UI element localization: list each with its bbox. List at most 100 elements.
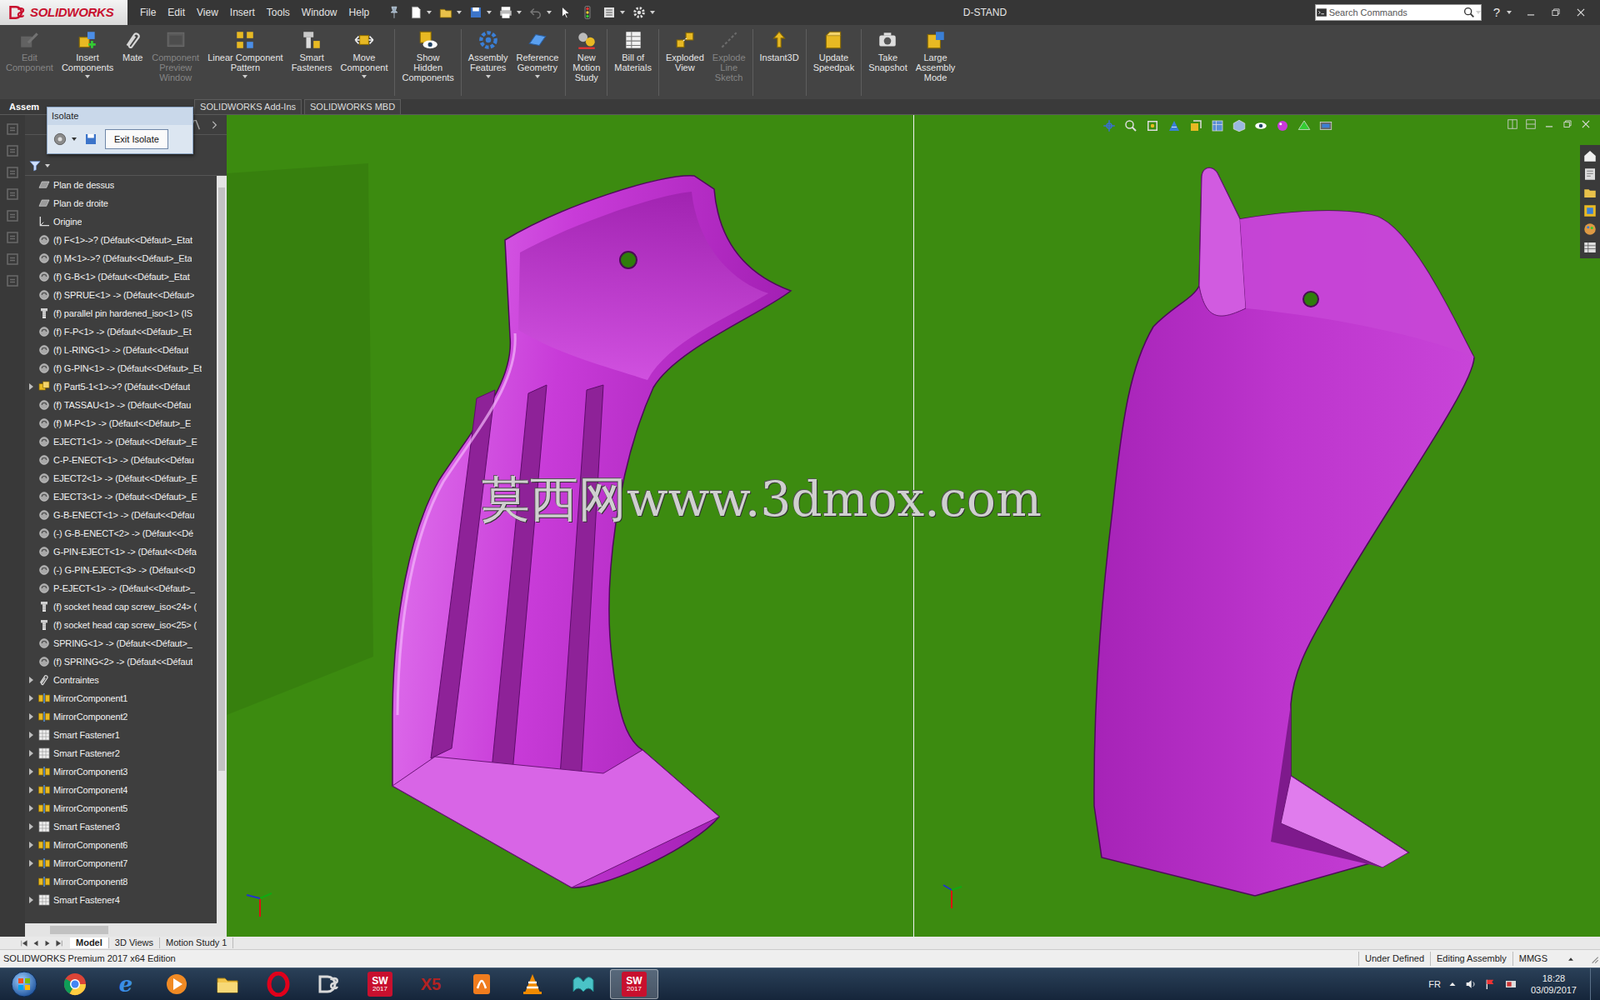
ribbon-label[interactable]: Study bbox=[575, 72, 599, 83]
quick-access-button[interactable] bbox=[631, 5, 655, 20]
tile-vertical-icon[interactable] bbox=[1506, 118, 1519, 130]
ribbon-label[interactable]: View bbox=[675, 62, 695, 73]
taskbar-button[interactable] bbox=[50, 969, 100, 1000]
menu-item[interactable]: Tools bbox=[260, 3, 296, 22]
quick-access-button[interactable] bbox=[438, 5, 462, 20]
ribbon-label[interactable]: Pattern bbox=[230, 62, 260, 73]
tree-label[interactable]: EJECT3<1> -> (Défaut<<Défaut>_E bbox=[53, 490, 198, 505]
move-component-icon[interactable] bbox=[353, 29, 375, 51]
view-palette-icon[interactable] bbox=[1582, 203, 1598, 219]
tree-item[interactable]: MirrorComponent2 bbox=[25, 707, 217, 726]
tree-item[interactable]: MirrorComponent5 bbox=[25, 799, 217, 818]
tree-item[interactable]: (f) F-P<1> -> (Défaut<<Défaut>_Et bbox=[25, 322, 217, 341]
tree-item[interactable]: (f) SPRING<2> -> (Défaut<<Défaut bbox=[25, 652, 217, 671]
hide-show-icon[interactable] bbox=[1253, 118, 1269, 134]
tree-label[interactable]: (f) M-P<1> -> (Défaut<<Défaut>_E bbox=[53, 416, 191, 431]
command-tab[interactable]: SOLIDWORKS Add-Ins bbox=[194, 99, 302, 115]
scroll-thumb[interactable] bbox=[218, 187, 225, 771]
tree-label[interactable]: EJECT2<1> -> (Défaut<<Défaut>_E bbox=[53, 471, 198, 486]
tree-label[interactable]: (f) TASSAU<1> -> (Défaut<<Défau bbox=[53, 398, 191, 413]
expand-toggle[interactable] bbox=[26, 767, 35, 776]
motion-study-icon[interactable] bbox=[575, 29, 598, 51]
ribbon-label[interactable]: Fasteners bbox=[291, 62, 333, 73]
camera-icon[interactable] bbox=[876, 29, 899, 51]
taskbar-button[interactable] bbox=[254, 969, 303, 1000]
icon-label[interactable]: SW bbox=[371, 975, 388, 986]
ribbon-label[interactable]: Components bbox=[61, 62, 114, 73]
menu-item[interactable]: Window bbox=[295, 3, 344, 22]
tree-label[interactable]: G-B-ENECT<1> -> (Défaut<<Défau bbox=[53, 508, 195, 523]
horizontal-scrollbar[interactable] bbox=[25, 923, 227, 937]
solidworks-logo[interactable]: SOLIDWORKS bbox=[0, 0, 128, 25]
menu-item[interactable]: Help bbox=[343, 3, 376, 22]
ribbon-button[interactable]: Bill ofMaterials bbox=[610, 29, 656, 73]
dropdown-arrow-icon[interactable] bbox=[456, 10, 462, 15]
command-tab[interactable]: SOLIDWORKS MBD bbox=[304, 99, 401, 115]
xara-icon[interactable]: X5 bbox=[420, 975, 441, 993]
ds-logo-icon[interactable] bbox=[6, 4, 27, 21]
ribbon-button[interactable]: ShowHiddenComponents bbox=[397, 29, 458, 83]
tree-label[interactable]: (f) L-RING<1> -> (Défaut<<Défaut bbox=[53, 343, 189, 358]
tree-label[interactable]: SPRING<1> -> (Défaut<<Défaut>_ bbox=[53, 636, 193, 651]
ribbon-label[interactable]: Materials bbox=[614, 62, 652, 73]
instant3d-arrow-icon[interactable] bbox=[768, 29, 790, 51]
heads-up-button[interactable] bbox=[1318, 118, 1334, 134]
expand-toggle[interactable] bbox=[26, 822, 35, 831]
dropdown-arrow-icon[interactable] bbox=[426, 10, 432, 15]
ribbon-label[interactable]: Linear Component bbox=[207, 52, 284, 63]
tree-label[interactable]: Origine bbox=[53, 215, 82, 230]
tree-item[interactable]: Contraintes bbox=[25, 670, 217, 690]
zoom-area-icon[interactable] bbox=[1123, 118, 1139, 134]
opera-icon[interactable] bbox=[265, 971, 291, 997]
solidworks-app-icon[interactable]: SW2017 bbox=[621, 971, 647, 997]
expand-toggle[interactable] bbox=[26, 804, 35, 813]
tree-item[interactable]: P-EJECT<1> -> (Défaut<<Défaut>_ bbox=[25, 579, 217, 598]
taskbar-button[interactable] bbox=[559, 969, 608, 1000]
ie-icon[interactable]: e bbox=[119, 973, 134, 995]
ribbon-label[interactable]: Assembly bbox=[915, 62, 956, 73]
dropdown-arrow-icon[interactable] bbox=[486, 10, 492, 15]
tree-label[interactable]: (f) Part5-1<1>->? (Défaut<<Défaut bbox=[53, 380, 190, 395]
taskbar-button[interactable]: e bbox=[101, 969, 150, 1000]
ribbon-label[interactable]: Speedpak bbox=[813, 62, 855, 73]
ribbon-label[interactable]: Move bbox=[353, 52, 376, 63]
tree-item[interactable]: Smart Fastener2 bbox=[25, 744, 217, 763]
previous-view-icon[interactable] bbox=[1145, 118, 1160, 134]
help-label[interactable]: ? bbox=[1490, 3, 1504, 23]
expand-toggle[interactable] bbox=[26, 694, 35, 703]
heads-up-button[interactable] bbox=[1123, 118, 1139, 134]
dropdown-arrow-icon[interactable] bbox=[485, 75, 491, 79]
filter-funnel-icon[interactable] bbox=[28, 159, 42, 173]
quick-access-button[interactable] bbox=[528, 5, 552, 20]
ribbon-label[interactable]: Component bbox=[340, 62, 389, 73]
quick-access-button[interactable] bbox=[558, 5, 574, 20]
bottom-tab[interactable]: 3D Views bbox=[109, 937, 160, 949]
tree-item[interactable]: MirrorComponent6 bbox=[25, 835, 217, 855]
ribbon-label[interactable]: Insert bbox=[75, 52, 100, 63]
bottom-tab[interactable]: Model bbox=[70, 937, 110, 949]
help-button[interactable]: ? bbox=[1490, 3, 1512, 23]
first-tab-icon[interactable] bbox=[20, 939, 29, 948]
heads-up-button[interactable] bbox=[1231, 118, 1247, 134]
dropdown-arrow-icon[interactable] bbox=[85, 75, 90, 79]
search-input[interactable] bbox=[1327, 5, 1463, 20]
logo-text[interactable]: SOLIDWORKS bbox=[30, 3, 114, 23]
tree-item[interactable]: (f) G-PIN<1> -> (Défaut<<Défaut>_Et bbox=[25, 359, 217, 378]
heads-up-button[interactable] bbox=[1166, 118, 1182, 134]
manager-tab-icon[interactable] bbox=[5, 230, 20, 245]
scroll-thumb[interactable] bbox=[50, 925, 109, 935]
tree-label[interactable]: Contraintes bbox=[53, 673, 100, 688]
ribbon-label[interactable]: Smart bbox=[299, 52, 324, 63]
tree-label[interactable]: MirrorComponent2 bbox=[53, 710, 128, 725]
quick-access-button[interactable] bbox=[601, 5, 625, 20]
clock[interactable]: 18:2803/09/2017 bbox=[1524, 972, 1584, 996]
ds-launcher-icon[interactable] bbox=[316, 971, 342, 997]
ribbon-button[interactable]: LargeAssemblyMode bbox=[911, 29, 960, 83]
print-icon[interactable] bbox=[498, 5, 514, 20]
taskbar-button[interactable] bbox=[457, 969, 506, 1000]
taskbar-button[interactable]: SW2017 bbox=[610, 969, 659, 1000]
tree-item[interactable]: G-PIN-EJECT<1> -> (Défaut<<Défa bbox=[25, 542, 217, 561]
taskbar-button[interactable] bbox=[152, 969, 201, 1000]
tree-label[interactable]: EJECT1<1> -> (Défaut<<Défaut>_E bbox=[53, 435, 198, 450]
exit-isolate-button[interactable]: Exit Isolate bbox=[105, 129, 169, 150]
